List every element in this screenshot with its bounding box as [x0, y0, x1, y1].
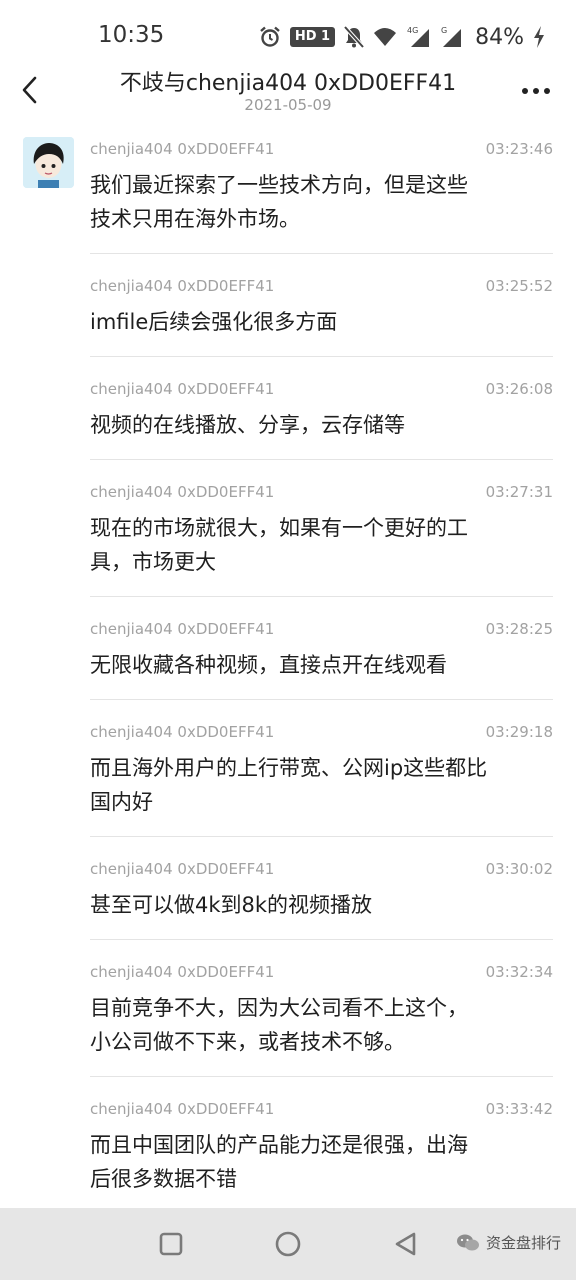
- hd-badge: HD 1: [289, 27, 336, 47]
- message-list[interactable]: chenjia404 0xDD0EFF41 03:23:46 我们最近探索了一些…: [0, 130, 576, 1208]
- signal-g-icon: G: [441, 26, 462, 47]
- message-line: 技术只用在海外市场。: [90, 207, 300, 231]
- message-item[interactable]: chenjia404 0xDD0EFF41 03:26:08 视频的在线播放、分…: [90, 380, 553, 450]
- message-line: 目前竞争不大，因为大公司看不上这个，: [90, 996, 468, 1020]
- watermark-text: 资金盘排行: [486, 1234, 562, 1252]
- message-line: imfile后续会强化很多方面: [90, 310, 338, 334]
- message-sender: chenjia404 0xDD0EFF41: [90, 277, 275, 295]
- message-divider: [90, 459, 553, 460]
- chat-date: 2021-05-09: [244, 96, 332, 114]
- home-circle-icon: [275, 1231, 301, 1257]
- message-text: 而且中国团队的产品能力还是很强，出海 后很多数据不错: [90, 1128, 553, 1196]
- wechat-icon: [457, 1234, 479, 1250]
- status-icons: HD 1 4G G 84%: [258, 22, 546, 52]
- message-time: 03:30:02: [485, 860, 553, 878]
- message-line: 国内好: [90, 790, 153, 814]
- back-nav-button[interactable]: [390, 1228, 422, 1260]
- message-text: 现在的市场就很大，如果有一个更好的工 具，市场更大: [90, 511, 553, 579]
- alarm-icon: [260, 26, 280, 47]
- message-line: 而且海外用户的上行带宽、公网ip这些都比: [90, 756, 488, 780]
- mute-icon: [343, 25, 365, 49]
- message-divider: [90, 356, 553, 357]
- message-item[interactable]: chenjia404 0xDD0EFF41 03:32:34 目前竞争不大，因为…: [90, 963, 553, 1063]
- message-item[interactable]: chenjia404 0xDD0EFF41 03:28:25 无限收藏各种视频，…: [90, 620, 553, 690]
- message-item[interactable]: chenjia404 0xDD0EFF41 03:25:52 imfile后续会…: [90, 277, 553, 347]
- message-item[interactable]: chenjia404 0xDD0EFF41 03:33:42 而且中国团队的产品…: [90, 1100, 553, 1200]
- message-line: 我们最近探索了一些技术方向，但是这些: [90, 173, 468, 197]
- message-sender: chenjia404 0xDD0EFF41: [90, 723, 275, 741]
- message-line: 后很多数据不错: [90, 1167, 237, 1191]
- message-text: 目前竞争不大，因为大公司看不上这个， 小公司做不下来，或者技术不够。: [90, 991, 553, 1059]
- message-sender: chenjia404 0xDD0EFF41: [90, 620, 275, 638]
- message-time: 03:25:52: [485, 277, 553, 295]
- navigation-bar: 资金盘排行: [0, 1208, 576, 1280]
- message-text: imfile后续会强化很多方面: [90, 305, 553, 339]
- message-time: 03:26:08: [485, 380, 553, 398]
- message-line: 甚至可以做4k到8k的视频播放: [90, 893, 373, 917]
- message-time: 03:28:25: [485, 620, 553, 638]
- message-line: 无限收藏各种视频，直接点开在线观看: [90, 653, 447, 677]
- home-button[interactable]: [272, 1228, 304, 1260]
- message-time: 03:27:31: [485, 483, 553, 501]
- message-text: 无限收藏各种视频，直接点开在线观看: [90, 648, 553, 682]
- svg-text:4G: 4G: [407, 26, 418, 35]
- recents-button[interactable]: [155, 1228, 187, 1260]
- wifi-icon: [374, 28, 397, 46]
- message-divider: [90, 1076, 553, 1077]
- message-line: 具，市场更大: [90, 550, 216, 574]
- message-text: 视频的在线播放、分享，云存储等: [90, 408, 553, 442]
- message-line: 视频的在线播放、分享，云存储等: [90, 413, 405, 437]
- message-sender: chenjia404 0xDD0EFF41: [90, 860, 275, 878]
- message-line: 现在的市场就很大，如果有一个更好的工: [90, 516, 468, 540]
- more-button[interactable]: [516, 76, 556, 106]
- message-time: 03:29:18: [485, 723, 553, 741]
- message-divider: [90, 253, 553, 254]
- message-sender: chenjia404 0xDD0EFF41: [90, 380, 275, 398]
- message-item[interactable]: chenjia404 0xDD0EFF41 03:23:46 我们最近探索了一些…: [90, 140, 553, 240]
- back-triangle-icon: [395, 1232, 416, 1256]
- avatar[interactable]: [23, 137, 74, 188]
- chat-header: 不歧与chenjia404 0xDD0EFF41 2021-05-09: [0, 60, 576, 130]
- message-divider: [90, 939, 553, 940]
- message-line: 而且中国团队的产品能力还是很强，出海: [90, 1133, 468, 1157]
- message-divider: [90, 836, 553, 837]
- message-time: 03:33:42: [485, 1100, 553, 1118]
- message-sender: chenjia404 0xDD0EFF41: [90, 963, 275, 981]
- message-divider: [90, 699, 553, 700]
- message-time: 03:23:46: [485, 140, 553, 158]
- message-item[interactable]: chenjia404 0xDD0EFF41 03:30:02 甚至可以做4k到8…: [90, 860, 553, 930]
- message-sender: chenjia404 0xDD0EFF41: [90, 483, 275, 501]
- chat-title: 不歧与chenjia404 0xDD0EFF41: [119, 71, 457, 96]
- signal-4g-icon: 4G: [407, 26, 430, 47]
- message-line: 小公司做不下来，或者技术不够。: [90, 1030, 405, 1054]
- svg-text:G: G: [441, 26, 447, 35]
- message-text: 而且海外用户的上行带宽、公网ip这些都比 国内好: [90, 751, 553, 819]
- watermark: 资金盘排行: [456, 1232, 561, 1253]
- message-item[interactable]: chenjia404 0xDD0EFF41 03:29:18 而且海外用户的上行…: [90, 723, 553, 823]
- battery-charging-icon: [534, 26, 544, 48]
- status-time: 10:35: [98, 22, 165, 48]
- battery-percent: 84%: [475, 24, 524, 50]
- message-item[interactable]: chenjia404 0xDD0EFF41 03:27:31 现在的市场就很大，…: [90, 483, 553, 583]
- message-sender: chenjia404 0xDD0EFF41: [90, 1100, 275, 1118]
- message-divider: [90, 596, 553, 597]
- message-text: 我们最近探索了一些技术方向，但是这些 技术只用在海外市场。: [90, 168, 553, 236]
- message-time: 03:32:34: [485, 963, 553, 981]
- message-sender: chenjia404 0xDD0EFF41: [90, 140, 275, 158]
- recents-square-icon: [159, 1232, 183, 1256]
- more-dots-icon: [522, 88, 550, 94]
- message-text: 甚至可以做4k到8k的视频播放: [90, 888, 553, 922]
